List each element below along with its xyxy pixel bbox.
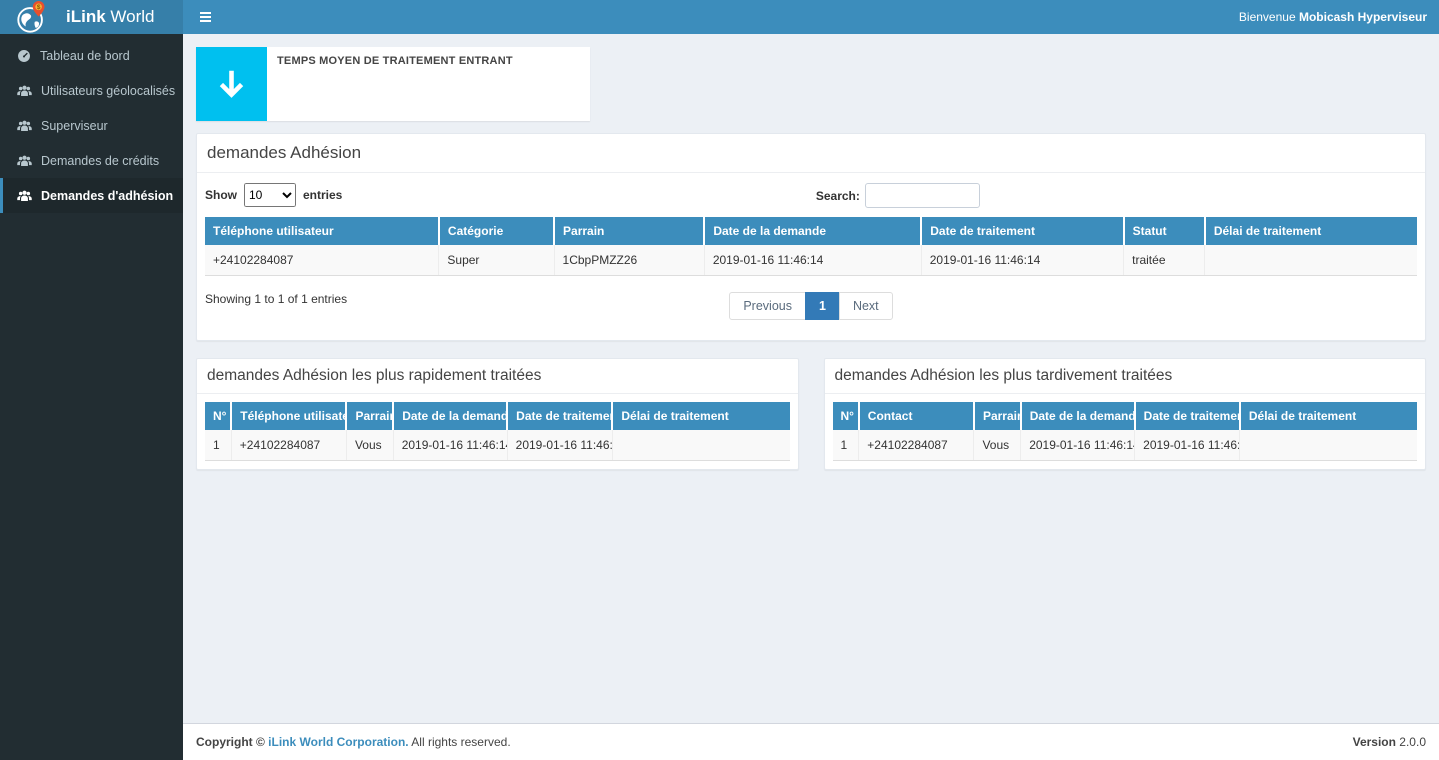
- column-header: Délai de traitement: [612, 402, 789, 430]
- sidebar-item-label: Superviseur: [41, 119, 108, 133]
- svg-text:$: $: [37, 4, 41, 11]
- cell-parrain: Vous: [346, 430, 393, 461]
- version-text: Version 2.0.0: [1353, 735, 1426, 749]
- down-arrow-icon: [215, 68, 248, 101]
- column-header: Date de la demande: [1021, 402, 1135, 430]
- column-header: Date de traitement: [1135, 402, 1240, 430]
- column-header[interactable]: Statut: [1124, 217, 1205, 245]
- column-header: N°: [205, 402, 231, 430]
- sidebar-item-tableau-de-bord[interactable]: Tableau de bord: [0, 38, 183, 73]
- welcome-text: Bienvenue Mobicash Hyperviseur: [1239, 10, 1439, 24]
- cell-date-demande: 2019-01-16 11:46:14: [704, 245, 921, 276]
- sidebar-item-label: Tableau de bord: [40, 49, 130, 63]
- cell-numero: 1: [205, 430, 231, 461]
- cell-delai: [1205, 245, 1417, 276]
- cell-parrain: Vous: [974, 430, 1021, 461]
- top-navbar: Bienvenue Mobicash Hyperviseur: [183, 0, 1439, 34]
- cell-date-traitement: 2019-01-16 11:46:14: [921, 245, 1123, 276]
- infobox-icon-block: [196, 47, 267, 121]
- cell-date-traitement: 2019-01-16 11:46:14: [1135, 430, 1240, 461]
- cell-telephone: +24102284087: [231, 430, 346, 461]
- column-header: Parrain: [974, 402, 1021, 430]
- panel-title: demandes Adhésion les plus tardivement t…: [825, 359, 1426, 394]
- table-length-control: Show 10 entries: [205, 183, 342, 207]
- footer: Copyright © iLink World Corporation. All…: [183, 723, 1439, 760]
- column-header[interactable]: Date de la demande: [704, 217, 921, 245]
- users-icon: [17, 155, 32, 167]
- sidebar-item-utilisateurs-geolocalises[interactable]: Utilisateurs géolocalisés: [0, 73, 183, 108]
- brand-title: iLink World: [66, 7, 154, 27]
- cell-telephone: +24102284087: [205, 245, 439, 276]
- sidebar-item-label: Utilisateurs géolocalisés: [41, 84, 175, 98]
- top-bar: $ iLink World Bienvenue Mobicash Hypervi…: [0, 0, 1439, 34]
- cell-date-demande: 2019-01-16 11:46:14: [1021, 430, 1135, 461]
- table-header-row: Téléphone utilisateur Catégorie Parrain …: [205, 217, 1417, 245]
- cell-contact: +24102284087: [859, 430, 974, 461]
- table-row: 1 +24102284087 Vous 2019-01-16 11:46:14 …: [833, 430, 1418, 461]
- cell-categorie: Super: [439, 245, 554, 276]
- cell-delai: [612, 430, 789, 461]
- cell-parrain: 1CbpPMZZ26: [554, 245, 704, 276]
- content-area: TEMPS MOYEN DE TRAITEMENT ENTRANT demand…: [183, 34, 1439, 723]
- panel-title: demandes Adhésion les plus rapidement tr…: [197, 359, 798, 394]
- users-icon: [17, 120, 32, 132]
- panel-demandes-adhesion: demandes Adhésion Show 10 entries Search…: [196, 133, 1426, 341]
- column-header: Délai de traitement: [1240, 402, 1417, 430]
- cell-date-traitement: 2019-01-16 11:46:14: [507, 430, 612, 461]
- table-search-control: Search:: [816, 183, 980, 208]
- show-label: Show: [205, 188, 237, 202]
- cell-numero: 1: [833, 430, 859, 461]
- sidebar-item-superviseur[interactable]: Superviseur: [0, 108, 183, 143]
- rapidement-traitees-table: N° Téléphone utilisateur Parrain Date de…: [205, 402, 790, 461]
- sidebar-item-demandes-de-credits[interactable]: Demandes de crédits: [0, 143, 183, 178]
- infobox-temps-moyen: TEMPS MOYEN DE TRAITEMENT ENTRANT: [196, 47, 590, 121]
- column-header: Date de la demande: [393, 402, 507, 430]
- table-row: 1 +24102284087 Vous 2019-01-16 11:46:14 …: [205, 430, 790, 461]
- pagination: Previous 1 Next: [205, 292, 1417, 320]
- dashboard-icon: [17, 49, 31, 63]
- users-icon: [17, 85, 32, 97]
- search-input[interactable]: [865, 183, 980, 208]
- column-header: Contact: [859, 402, 974, 430]
- demandes-adhesion-table: Téléphone utilisateur Catégorie Parrain …: [205, 217, 1417, 276]
- table-row: +24102284087 Super 1CbpPMZZ26 2019-01-16…: [205, 245, 1417, 276]
- sidebar-toggle-button[interactable]: [183, 0, 227, 34]
- column-header: N°: [833, 402, 859, 430]
- column-header[interactable]: Parrain: [554, 217, 704, 245]
- column-header[interactable]: Délai de traitement: [1205, 217, 1417, 245]
- page-size-select[interactable]: 10: [244, 183, 296, 207]
- table-info-text: Showing 1 to 1 of 1 entries: [205, 292, 347, 306]
- search-label: Search:: [816, 189, 860, 203]
- app-logo[interactable]: $ iLink World: [0, 0, 183, 34]
- panel-rapidement-traitees: demandes Adhésion les plus rapidement tr…: [196, 358, 799, 470]
- column-header[interactable]: Catégorie: [439, 217, 554, 245]
- pagination-previous-button[interactable]: Previous: [729, 292, 806, 320]
- column-header[interactable]: Téléphone utilisateur: [205, 217, 439, 245]
- copyright-text: Copyright © iLink World Corporation. All…: [196, 735, 511, 749]
- pagination-page-1-button[interactable]: 1: [805, 292, 840, 320]
- panel-tardivement-traitees: demandes Adhésion les plus tardivement t…: [824, 358, 1427, 470]
- cell-statut: traitée: [1124, 245, 1205, 276]
- cell-date-demande: 2019-01-16 11:46:14: [393, 430, 507, 461]
- entries-label: entries: [303, 188, 342, 202]
- sidebar-item-label: Demandes d'adhésion: [41, 189, 173, 203]
- globe-pin-icon: $: [12, 0, 52, 34]
- column-header: Téléphone utilisateur: [231, 402, 346, 430]
- table-header-row: N° Contact Parrain Date de la demande Da…: [833, 402, 1418, 430]
- pagination-next-button[interactable]: Next: [839, 292, 893, 320]
- sidebar-item-label: Demandes de crédits: [41, 154, 159, 168]
- infobox-title: TEMPS MOYEN DE TRAITEMENT ENTRANT: [277, 55, 580, 67]
- column-header: Date de traitement: [507, 402, 612, 430]
- company-link[interactable]: iLink World Corporation.: [268, 735, 408, 749]
- cell-delai: [1240, 430, 1417, 461]
- panel-title: demandes Adhésion: [197, 134, 1425, 173]
- users-icon: [17, 190, 32, 202]
- sidebar: Tableau de bord Utilisateurs géolocalisé…: [0, 34, 183, 760]
- tardivement-traitees-table: N° Contact Parrain Date de la demande Da…: [833, 402, 1418, 461]
- column-header: Parrain: [346, 402, 393, 430]
- table-header-row: N° Téléphone utilisateur Parrain Date de…: [205, 402, 790, 430]
- sidebar-item-demandes-adhesion[interactable]: Demandes d'adhésion: [0, 178, 183, 213]
- hamburger-icon: [200, 12, 211, 14]
- column-header[interactable]: Date de traitement: [921, 217, 1123, 245]
